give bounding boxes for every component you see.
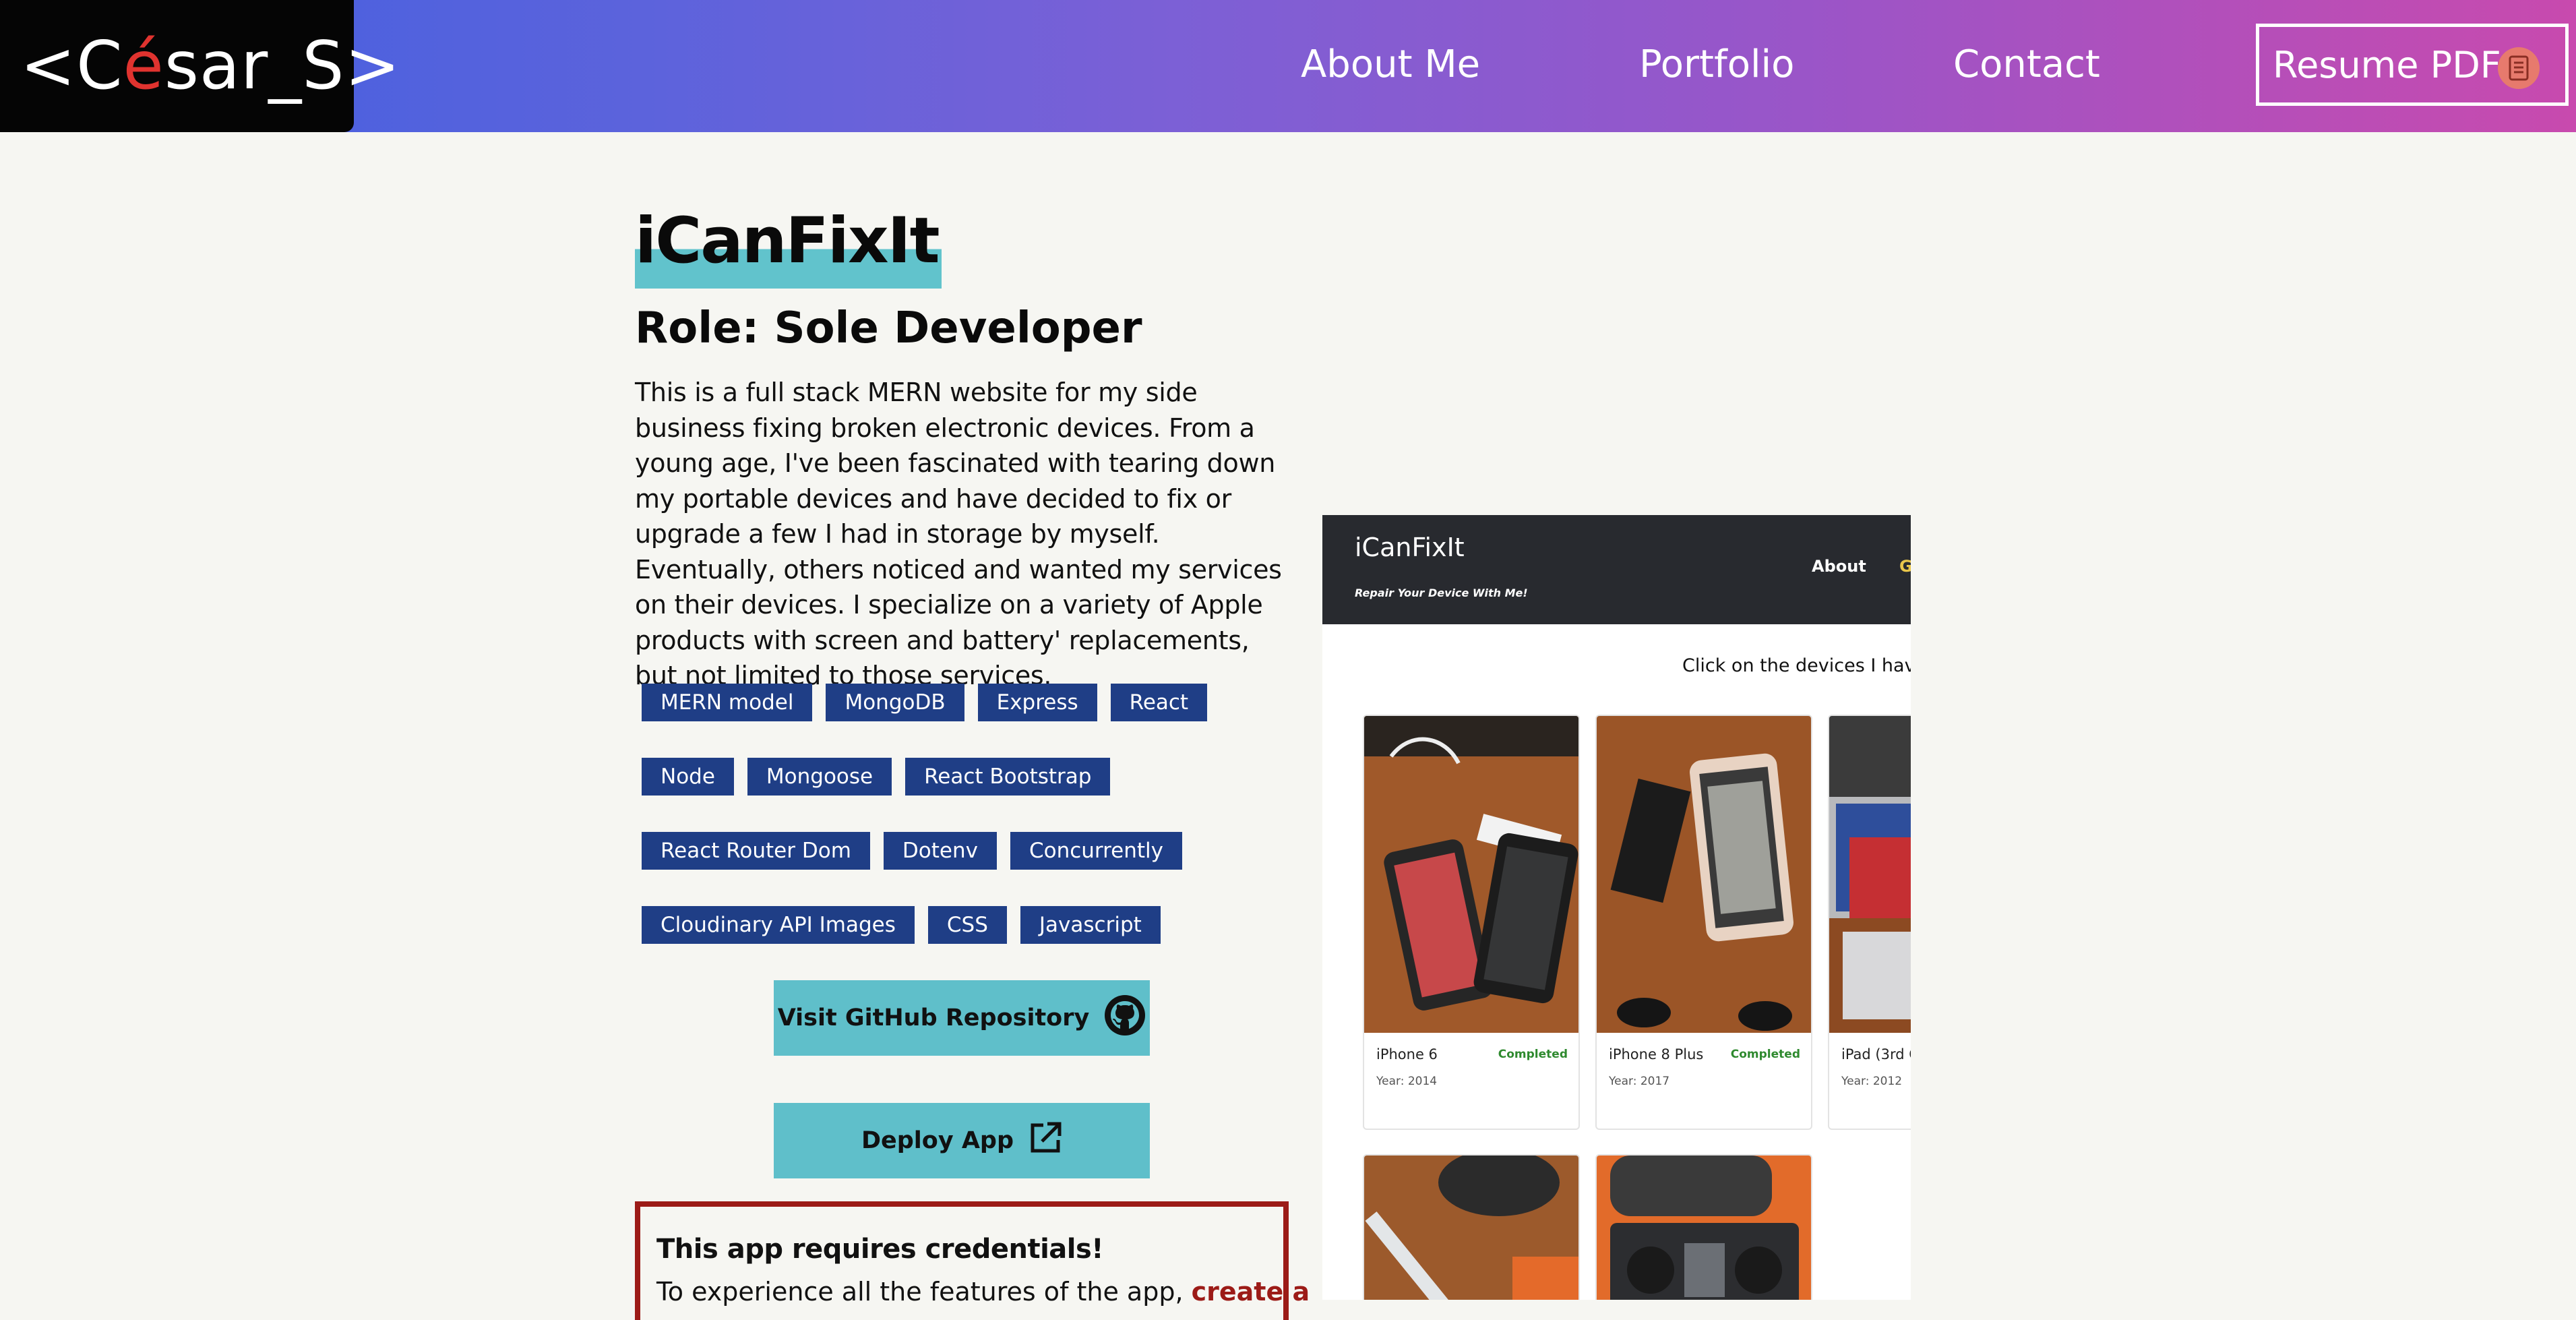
logo-prefix: <C: [20, 28, 123, 104]
preview-instructions: Click on the devices I have ser: [1682, 655, 1911, 676]
tech-tag: Cloudinary API Images: [642, 906, 915, 944]
device-status: Completed: [1730, 1048, 1800, 1061]
device-year: Year: 2017: [1609, 1075, 1670, 1088]
preview-device-card: iPhone 8 Plus Completed Year: 2017: [1595, 715, 1812, 1130]
site-logo[interactable]: <C é sar_S>: [0, 0, 400, 132]
device-name: iPhone 8 Plus: [1609, 1046, 1704, 1062]
tag-row: Node Mongoose React Bootstrap: [642, 758, 1289, 796]
github-repo-label: Visit GitHub Repository: [777, 1004, 1090, 1031]
credentials-notice: This app requires credentials! To experi…: [635, 1201, 1310, 1320]
logo-suffix: sar_S>: [164, 28, 401, 104]
preview-nav-cut: G: [1899, 557, 1911, 576]
preview-nav-about: About: [1812, 557, 1866, 576]
notice-body: To experience all the features of the ap…: [656, 1277, 1192, 1307]
project-role: Role: Sole Developer: [635, 303, 1142, 353]
device-photo: [1597, 1156, 1811, 1300]
device-name: iPhone 6: [1376, 1046, 1438, 1062]
device-photo: [1364, 716, 1578, 1033]
tech-tag: Javascript: [1020, 906, 1161, 944]
device-photo: [1364, 1156, 1578, 1300]
app-screenshot: iCanFixIt Repair Your Device With Me! Ab…: [1322, 515, 1911, 1300]
tech-tag: Mongoose: [747, 758, 892, 796]
tech-tag: Concurrently: [1010, 832, 1183, 870]
resume-pdf-label: Resume PDF: [2273, 43, 2501, 86]
tech-tag: MongoDB: [826, 684, 964, 721]
resume-pdf-button[interactable]: Resume PDF: [2256, 24, 2569, 106]
tag-row: Cloudinary API Images CSS Javascript: [642, 906, 1289, 944]
tag-row: React Router Dom Dotenv Concurrently: [642, 832, 1289, 870]
device-name: iPad (3rd G: [1841, 1046, 1911, 1062]
device-year: Year: 2014: [1376, 1075, 1438, 1088]
tech-tag: CSS: [927, 906, 1007, 944]
deploy-app-label: Deploy App: [861, 1127, 1014, 1154]
tag-row: MERN model MongoDB Express React: [642, 684, 1289, 721]
preview-brand: iCanFixIt: [1355, 533, 1465, 562]
tech-tag: Express: [977, 684, 1097, 721]
external-link-icon: [1029, 1121, 1062, 1161]
device-status: Completed: [1498, 1048, 1568, 1061]
github-icon: [1104, 994, 1146, 1042]
preview-tagline: Repair Your Device With Me!: [1355, 587, 1528, 599]
nav-portfolio[interactable]: Portfolio: [1639, 38, 1794, 92]
create-account-link[interactable]: create a: [1192, 1277, 1310, 1307]
project-description: This is a full stack MERN website for my…: [635, 378, 1282, 690]
tech-tag: React: [1110, 684, 1208, 721]
preview-device-card: iPhone 6 Completed Year: 2014: [1363, 715, 1580, 1130]
tech-tag: Node: [642, 758, 734, 796]
nav-about-me[interactable]: About Me: [1301, 38, 1480, 92]
preview-device-card: iPad (3rd G Year: 2012: [1828, 715, 1911, 1130]
device-photo: [1829, 716, 1911, 1033]
preview-device-card: [1363, 1154, 1580, 1300]
logo-accent: é: [123, 28, 164, 104]
device-year: Year: 2012: [1841, 1075, 1903, 1088]
tech-tag: Dotenv: [883, 832, 997, 870]
nav-contact[interactable]: Contact: [1953, 38, 2100, 92]
site-header: <C é sar_S> About Me Portfolio Contact Res…: [0, 0, 2576, 132]
document-icon: [2498, 47, 2540, 89]
notice-heading: This app requires credentials!: [656, 1234, 1104, 1265]
device-photo: [1597, 716, 1811, 1033]
deploy-app-button[interactable]: Deploy App: [774, 1103, 1150, 1178]
tech-tag: React Bootstrap: [905, 758, 1111, 796]
tech-tag: React Router Dom: [642, 832, 870, 870]
notice-text: To experience all the features of the ap…: [656, 1277, 1310, 1307]
tech-tags: MERN model MongoDB Express React Node Mo…: [642, 684, 1289, 980]
github-repo-button[interactable]: Visit GitHub Repository: [774, 980, 1150, 1056]
tech-tag: MERN model: [642, 684, 813, 721]
project-title: iCanFixIt: [635, 201, 942, 289]
preview-device-card: [1595, 1154, 1812, 1300]
preview-navbar: iCanFixIt Repair Your Device With Me! Ab…: [1322, 515, 1911, 624]
